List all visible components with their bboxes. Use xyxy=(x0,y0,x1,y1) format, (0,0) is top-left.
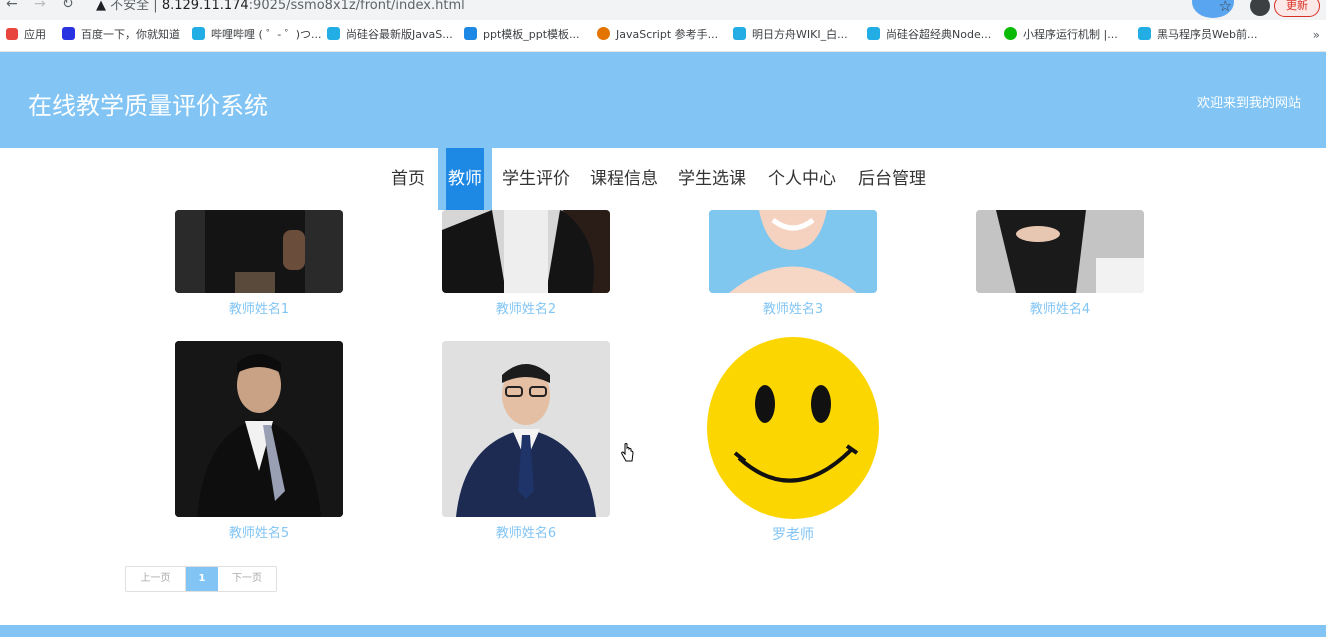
bilibili-tv-icon xyxy=(733,27,746,40)
bilibili-tv-icon xyxy=(867,27,880,40)
nav-student-evaluation[interactable]: 学生评价 xyxy=(498,148,574,210)
url-separator: | xyxy=(153,0,158,13)
teacher-photo-figure xyxy=(175,341,343,517)
bookmark-bilibili[interactable]: 哔哩哔哩 ( ゜- ゜)つ... xyxy=(192,24,322,46)
bookmark-label: 明日方舟WIKI_白... xyxy=(752,28,848,41)
baidu-paw-icon xyxy=(62,27,75,40)
bookmark-heima[interactable]: 黑马程序员Web前... xyxy=(1138,24,1257,46)
current-page-button[interactable]: 1 xyxy=(186,567,218,591)
teacher-photo[interactable] xyxy=(442,210,610,293)
bilibili-tv-icon xyxy=(1138,27,1151,40)
bookmark-label: 百度一下，你就知道 xyxy=(81,28,180,41)
bookmark-label: ppt模板_ppt模板... xyxy=(483,28,580,41)
url-path: :9025/ssmo8x1z/front/index.html xyxy=(248,0,465,13)
bookmark-atguigu-node[interactable]: 尚硅谷超经典Node... xyxy=(867,24,991,46)
js-reference-icon xyxy=(597,27,610,40)
teacher-name[interactable]: 教师姓名1 xyxy=(175,298,343,317)
main-nav: 首页 教师 学生评价 课程信息 学生选课 个人中心 后台管理 xyxy=(0,148,1326,210)
ppt-logo-icon xyxy=(464,27,477,40)
bookmark-atguigu-js[interactable]: 尚硅谷最新版JavaS... xyxy=(327,24,453,46)
nav-personal-center[interactable]: 个人中心 xyxy=(764,148,840,210)
smiley-avatar-icon[interactable] xyxy=(707,337,879,519)
bookmark-star-icon[interactable]: ☆ xyxy=(1219,0,1232,15)
nav-course-selection[interactable]: 学生选课 xyxy=(674,148,750,210)
security-warning: 不安全 xyxy=(110,0,150,13)
bookmark-label: 小程序运行机制 |... xyxy=(1023,28,1118,41)
bookmark-arknights[interactable]: 明日方舟WIKI_白... xyxy=(733,24,848,46)
nav-teachers[interactable]: 教师 xyxy=(438,148,492,210)
teacher-photo[interactable] xyxy=(709,210,877,293)
teacher-name[interactable]: 教师姓名6 xyxy=(442,522,610,541)
teacher-photo-figure xyxy=(976,210,1144,293)
bookmark-label: 哔哩哔哩 ( ゜- ゜)つ... xyxy=(211,28,322,41)
bookmark-label: 应用 xyxy=(24,28,46,41)
bookmark-label: 黑马程序员Web前... xyxy=(1157,28,1258,41)
teacher-name[interactable]: 教师姓名2 xyxy=(442,298,610,317)
bookmark-apps[interactable]: 应用 xyxy=(6,24,46,46)
warning-icon: ▲ xyxy=(96,0,106,13)
site-title: 在线教学质量评价系统 xyxy=(28,92,268,120)
teacher-photo-figure xyxy=(442,341,610,517)
bookmark-label: 尚硅谷最新版JavaS... xyxy=(346,28,453,41)
teacher-photo-figure xyxy=(442,210,610,293)
next-page-button[interactable]: 下一页 xyxy=(218,567,276,591)
bilibili-tv-icon xyxy=(192,27,205,40)
bilibili-tv-icon xyxy=(327,27,340,40)
prev-page-button[interactable]: 上一页 xyxy=(126,567,186,591)
bookmark-baidu[interactable]: 百度一下，你就知道 xyxy=(62,24,180,46)
back-icon[interactable]: ← xyxy=(6,0,18,12)
teacher-name[interactable]: 教师姓名3 xyxy=(709,298,877,317)
teacher-photo[interactable] xyxy=(175,210,343,293)
update-button[interactable]: 更新 xyxy=(1274,0,1320,17)
teacher-photo[interactable] xyxy=(175,341,343,517)
teacher-name[interactable]: 教师姓名5 xyxy=(175,522,343,541)
teacher-list: 教师姓名1 教师姓名2 教师姓名3 教师姓名4 教师姓名5 教师姓名6 罗老师 xyxy=(0,210,1326,625)
forward-icon[interactable]: → xyxy=(34,0,46,12)
url-host: 8.129.11.174 xyxy=(161,0,249,13)
bookmarks-more-icon[interactable]: » xyxy=(1313,24,1320,46)
bookmark-miniprogram[interactable]: 小程序运行机制 |... xyxy=(1004,24,1118,46)
teacher-name[interactable]: 教师姓名4 xyxy=(976,298,1144,317)
wechat-icon xyxy=(1004,27,1017,40)
welcome-text: 欢迎来到我的网站 xyxy=(1196,96,1301,111)
apps-grid-icon xyxy=(6,28,18,40)
site-footer xyxy=(0,625,1326,637)
teacher-photo-figure xyxy=(175,210,343,293)
nav-home[interactable]: 首页 xyxy=(386,148,430,210)
browser-chrome: ← → ↻ ▲ 不安全 | 8.129.11.174:9025/ssmo8x1z… xyxy=(0,0,1326,52)
teacher-name[interactable]: 罗老师 xyxy=(707,524,879,544)
pagination: 上一页 1 下一页 xyxy=(125,566,277,592)
bookmarks-bar: 应用 百度一下，你就知道 哔哩哔哩 ( ゜- ゜)つ... 尚硅谷最新版Java… xyxy=(0,24,1326,46)
reload-icon[interactable]: ↻ xyxy=(62,0,74,12)
bookmark-label: JavaScript 参考手... xyxy=(616,28,719,41)
address-bar[interactable]: ▲ 不安全 | 8.129.11.174:9025/ssmo8x1z/front… xyxy=(92,0,1172,16)
teacher-photo[interactable] xyxy=(976,210,1144,293)
teacher-photo[interactable] xyxy=(442,341,610,517)
bookmark-ppt[interactable]: ppt模板_ppt模板... xyxy=(464,24,580,46)
nav-course-info[interactable]: 课程信息 xyxy=(586,148,662,210)
teacher-photo-figure xyxy=(709,210,877,293)
hand-cursor-icon xyxy=(621,443,634,462)
nav-admin[interactable]: 后台管理 xyxy=(854,148,930,210)
site-header: 在线教学质量评价系统 欢迎来到我的网站 xyxy=(0,52,1326,148)
bookmark-label: 尚硅谷超经典Node... xyxy=(886,28,992,41)
bookmark-js-reference[interactable]: JavaScript 参考手... xyxy=(597,24,718,46)
